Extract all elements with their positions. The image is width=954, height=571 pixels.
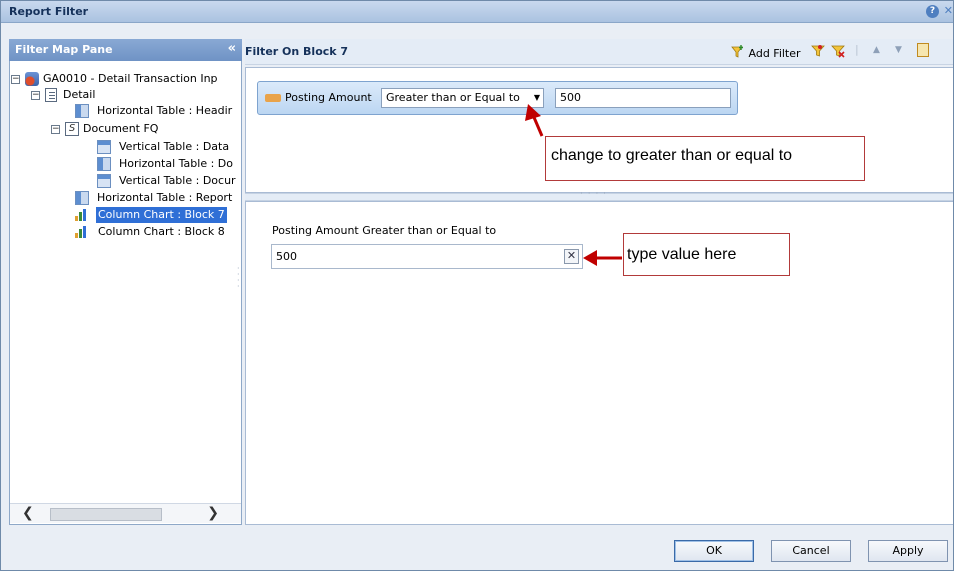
- cancel-button[interactable]: Cancel: [771, 540, 851, 562]
- report-filter-dialog: Report Filter ? ✕ Filter Map Pane « − GA…: [0, 0, 954, 571]
- ok-button[interactable]: OK: [674, 540, 754, 562]
- annotation-arrows: [525, 104, 622, 266]
- apply-button[interactable]: Apply: [868, 540, 948, 562]
- annotation-arrow-up: [525, 104, 544, 137]
- annotation-arrow-left: [583, 250, 622, 266]
